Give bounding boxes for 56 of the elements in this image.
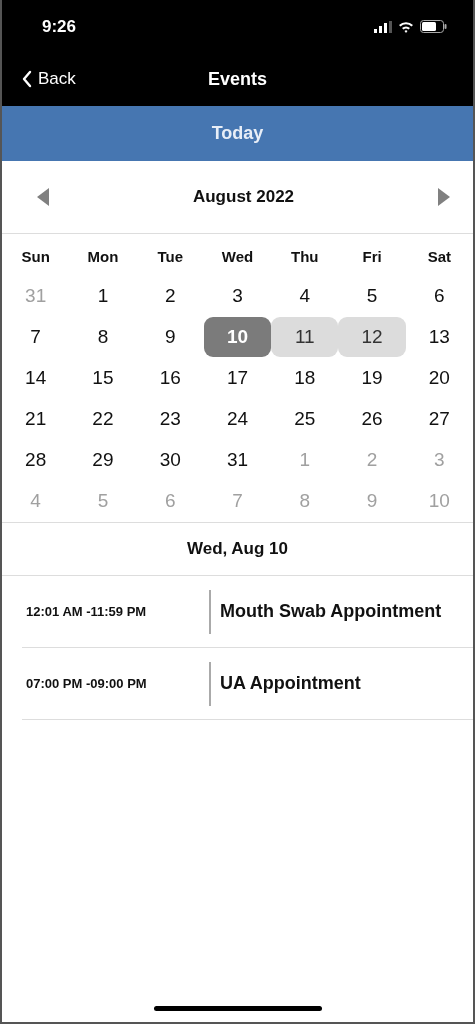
calendar-day[interactable]: 12 — [338, 316, 406, 357]
calendar-day[interactable]: 27 — [405, 398, 473, 439]
calendar-day[interactable]: 28 — [2, 439, 70, 480]
calendar-day[interactable]: 29 — [69, 439, 137, 480]
chevron-left-icon — [22, 70, 32, 88]
calendar-day[interactable]: 20 — [405, 357, 473, 398]
calendar-day[interactable]: 10 — [203, 316, 272, 357]
signal-icon — [374, 20, 392, 33]
calendar-day[interactable]: 30 — [136, 439, 204, 480]
triangle-right-icon — [437, 187, 451, 207]
weekday-label: Fri — [361, 246, 383, 267]
calendar-day[interactable]: 2 — [136, 275, 204, 316]
calendar-day[interactable]: 1 — [69, 275, 137, 316]
previous-month-button[interactable] — [36, 187, 50, 207]
selected-date: Wed, Aug 10 — [186, 539, 289, 559]
calendar-day[interactable]: 16 — [136, 357, 204, 398]
weekday-label: Sun — [20, 246, 51, 267]
calendar-day[interactable]: 25 — [271, 398, 339, 439]
calendar-day[interactable]: 7 — [2, 316, 70, 357]
battery-icon — [420, 20, 447, 33]
weekday-label: Wed — [220, 246, 255, 267]
status-time: 9:26 — [42, 16, 77, 37]
weekday-label: Sat — [426, 246, 452, 267]
calendar-day[interactable]: 23 — [136, 398, 204, 439]
calendar-day[interactable]: 26 — [338, 398, 406, 439]
calendar-day[interactable]: 19 — [338, 357, 406, 398]
screen-title: Events — [208, 69, 267, 90]
weekday-label: Tue — [156, 246, 184, 267]
calendar-day[interactable]: 4 — [271, 275, 339, 316]
triangle-left-icon — [36, 187, 50, 207]
wifi-icon — [398, 20, 414, 33]
back-button[interactable]: Back — [22, 65, 76, 93]
next-month-button[interactable] — [437, 187, 451, 207]
calendar-day[interactable]: 31 — [203, 439, 272, 480]
today-button[interactable]: Today — [2, 106, 473, 161]
weekday-label: Thu — [290, 246, 320, 267]
calendar-day[interactable]: 14 — [2, 357, 70, 398]
calendar-day[interactable]: 8 — [69, 316, 137, 357]
calendar-day[interactable]: 13 — [405, 316, 473, 357]
event-time: 07:00 PM -09:00 PM — [25, 676, 148, 691]
weekday-label: Mon — [86, 246, 120, 267]
calendar-day[interactable]: 9 — [136, 316, 204, 357]
calendar-day[interactable]: 21 — [2, 398, 70, 439]
calendar-day[interactable]: 11 — [271, 316, 339, 357]
event-time: 12:01 AM -11:59 PM — [25, 604, 148, 619]
calendar-day[interactable]: 22 — [69, 398, 137, 439]
event-title[interactable]: UA Appointment — [220, 673, 361, 694]
month-title: August 2022 — [192, 187, 295, 207]
calendar-day[interactable]: 17 — [203, 357, 272, 398]
calendar-day[interactable]: 3 — [203, 275, 272, 316]
event-title[interactable]: Mouth Swab Appointment — [220, 601, 442, 622]
calendar-day[interactable]: 15 — [69, 357, 137, 398]
calendar-day[interactable]: 6 — [405, 275, 473, 316]
calendar-day[interactable]: 5 — [338, 275, 406, 316]
calendar-day[interactable]: 18 — [271, 357, 339, 398]
calendar-day[interactable]: 24 — [203, 398, 272, 439]
